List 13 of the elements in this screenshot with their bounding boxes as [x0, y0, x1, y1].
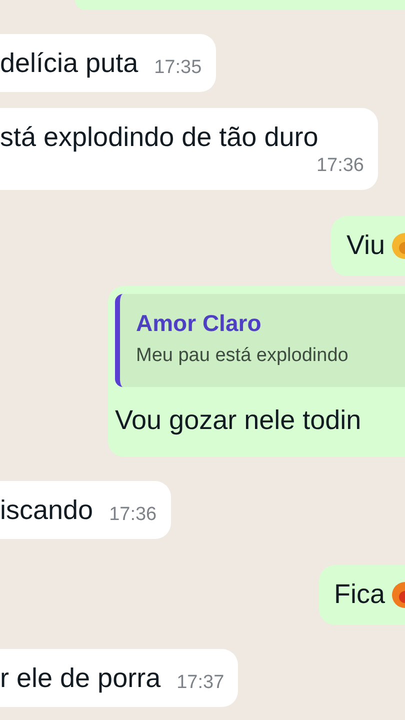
message-text: Vou gozar nele todin: [115, 404, 362, 437]
quote-text: Meu pau está explodindo: [136, 345, 350, 367]
message-text: r ele de porra: [0, 662, 161, 695]
message-text: stá explodindo de tão duro: [0, 121, 318, 154]
message-time: 17:35: [153, 56, 202, 80]
message-text: delícia puta: [0, 47, 138, 80]
message-time: 17:37: [176, 671, 224, 695]
message-text: Fica: [334, 578, 385, 611]
message-time: 17:36: [108, 503, 157, 527]
message-text: iscando: [0, 494, 94, 527]
message-time: 17:36: [315, 154, 364, 178]
message-text: Viu: [346, 229, 385, 262]
quote-author: Amor Claro: [136, 310, 262, 337]
